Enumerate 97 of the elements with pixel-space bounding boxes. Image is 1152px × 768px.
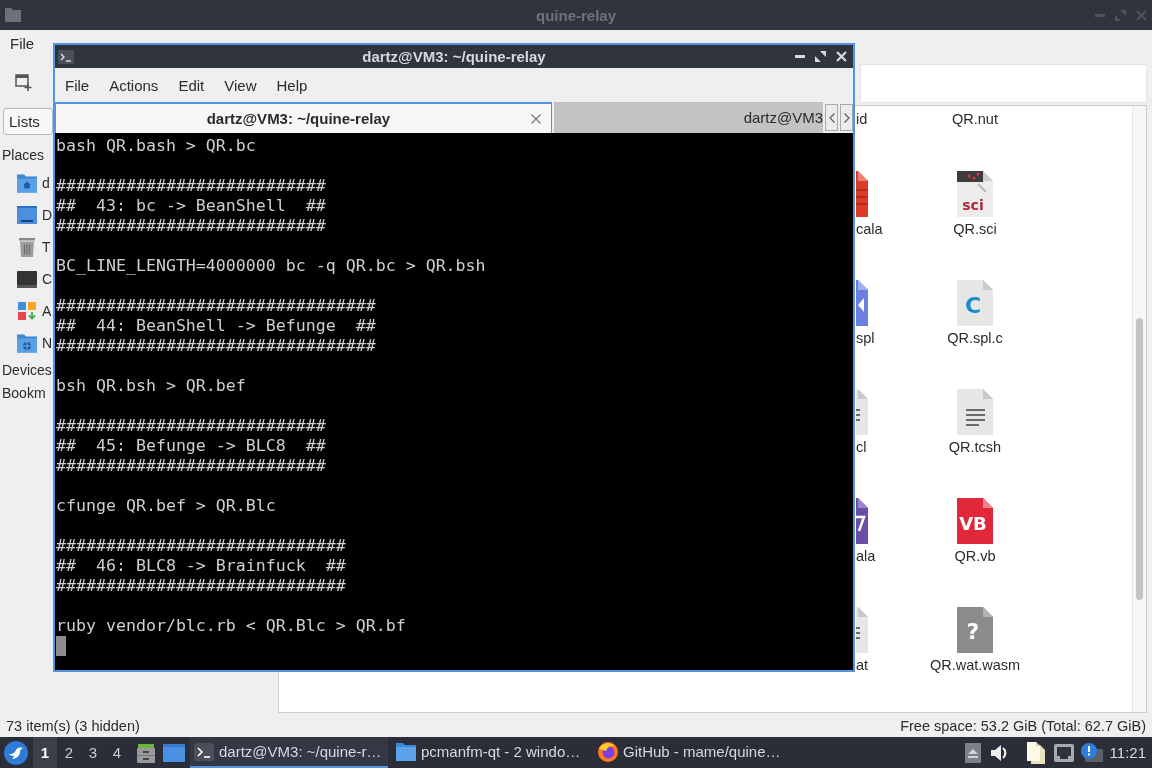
terminal-line: ruby vendor/blc.rb < QR.Blc > QR.bf [56,616,406,636]
terminal-line: ## 44: BeanShell -> Befunge ## [56,316,376,336]
scroll-left-button[interactable] [825,104,839,131]
file-name[interactable]: QR.tcsh [948,437,1002,457]
file-name[interactable]: QR.spl.c [947,328,1003,348]
maximize-icon[interactable] [815,51,826,62]
workspace-button[interactable]: 3 [81,737,105,768]
file-icon[interactable]: VB [957,498,993,544]
workspace-button[interactable]: 4 [105,737,129,768]
file-name[interactable]: ala [856,546,876,566]
desktop-icon[interactable] [163,743,185,762]
file-cabinet-icon[interactable] [136,742,156,763]
menu-item[interactable]: Help [266,76,318,94]
browser-logo-icon [598,741,618,762]
terminal-line: ## 45: Befunge -> BLC8 ## [56,436,326,456]
terminal-icon [58,49,74,64]
file-icon[interactable] [957,389,993,435]
sidebar-item[interactable]: T [0,231,51,263]
text-cursor [56,636,66,656]
status-text: Free space: 53.2 GiB (Total: 62.7 GiB) [900,718,1146,734]
tab[interactable]: dartz@VM3 [553,102,824,133]
menu-item[interactable]: Actions [99,76,169,94]
file-name[interactable]: cala [856,219,883,239]
chevron-right-icon [843,112,850,123]
eject-icon[interactable] [964,742,981,763]
close-icon[interactable] [530,113,541,124]
file-name[interactable]: QR.vb [954,546,996,566]
terminal-line: bsh QR.bsh > QR.bef [56,376,246,396]
terminal-line: ## 46: BLC8 -> Brainfuck ## [56,556,346,576]
globe-folder-icon [17,333,37,353]
taskbar-button[interactable]: pcmanfm-qt - 2 windo… [392,737,590,768]
sidebar-item[interactable]: N [0,327,53,359]
ethernet-icon[interactable] [1053,743,1074,762]
file-name[interactable]: id [856,109,868,129]
section-header: Devices [1,361,52,380]
file-name[interactable]: at [856,655,869,675]
new-window-icon[interactable] [15,74,32,91]
file-icon[interactable] [856,389,868,435]
clock[interactable]: 11:21 [1109,744,1146,761]
bird-logo-icon[interactable] [4,740,28,765]
menu-item[interactable]: View [214,76,267,94]
terminal-line: ########################### [56,176,326,196]
terminal-line: ############################# [56,536,346,556]
terminal-line: cfunge QR.bef > QR.Blc [56,496,276,516]
lists-button[interactable]: Lists [3,108,53,135]
menu-item[interactable]: File [55,76,100,94]
monitor-icon [17,270,37,288]
tab[interactable]: dartz@VM3: ~/quine-relay [55,102,552,133]
volume-icon[interactable] [990,743,1007,762]
scrollbar[interactable] [1132,106,1146,712]
sidebar-item[interactable]: A [0,295,52,327]
scroll-right-button[interactable] [840,104,853,131]
sidebar-item[interactable]: d [0,167,50,199]
terminal-line: bash QR.bash > QR.bc [56,136,256,156]
taskbar-button[interactable]: dartz@VM3: ~/quine-r… [190,737,388,768]
terminal-icon [194,742,214,761]
terminal-line: ## 43: bc -> BeanShell ## [56,196,326,216]
workspace-button[interactable]: 1 [33,737,57,768]
sidebar-item[interactable]: D [0,199,53,231]
chevron-left-icon [828,112,835,123]
path-field[interactable] [860,64,1147,103]
home-folder-icon [17,173,37,193]
terminal-line: ############################# [56,576,346,596]
status-text: 73 item(s) (3 hidden) [6,718,140,734]
menu-item[interactable]: File [0,35,45,52]
file-icon[interactable] [856,607,868,653]
sidebar-item[interactable]: C [0,263,53,295]
window-title: dartz@VM3: ~/quine-relay [361,48,547,65]
section-header: Places [1,146,45,165]
desktop-icon [17,206,37,224]
file-name[interactable]: spl [856,328,875,348]
window-title: quine-relay [535,6,617,24]
clipboard-icon[interactable] [1026,741,1045,764]
trash-icon [19,237,35,257]
file-icon[interactable] [856,280,868,326]
file-name[interactable]: QR.sci [953,219,997,239]
scrollbar-thumb[interactable] [1136,318,1143,600]
menu-item[interactable]: Edit [168,76,215,94]
section-header: Bookm [1,384,46,403]
file-name[interactable]: QR.nut [952,109,998,129]
file-name[interactable]: cl [856,437,867,457]
taskbar-button[interactable]: GitHub - mame/quine… [594,737,792,768]
workspace-button[interactable]: 2 [57,737,81,768]
terminal-line: ########################### [56,456,326,476]
terminal-line: ################################ [56,336,376,356]
file-icon[interactable]: sci [957,171,993,217]
terminal-line: ########################### [56,216,326,236]
file-icon[interactable] [856,498,868,544]
terminal-line: ################################ [56,296,376,316]
folder-icon [396,742,416,761]
file-icon[interactable] [856,171,868,217]
app-grid-icon [18,302,36,320]
terminal-line: BC_LINE_LENGTH=4000000 bc -q QR.bc > QR.bsh [56,256,486,276]
terminal-line: ########################### [56,416,326,436]
notification-icon[interactable] [1080,742,1103,763]
file-name[interactable]: QR.wat.wasm [929,655,1021,675]
folder-icon [5,8,21,22]
